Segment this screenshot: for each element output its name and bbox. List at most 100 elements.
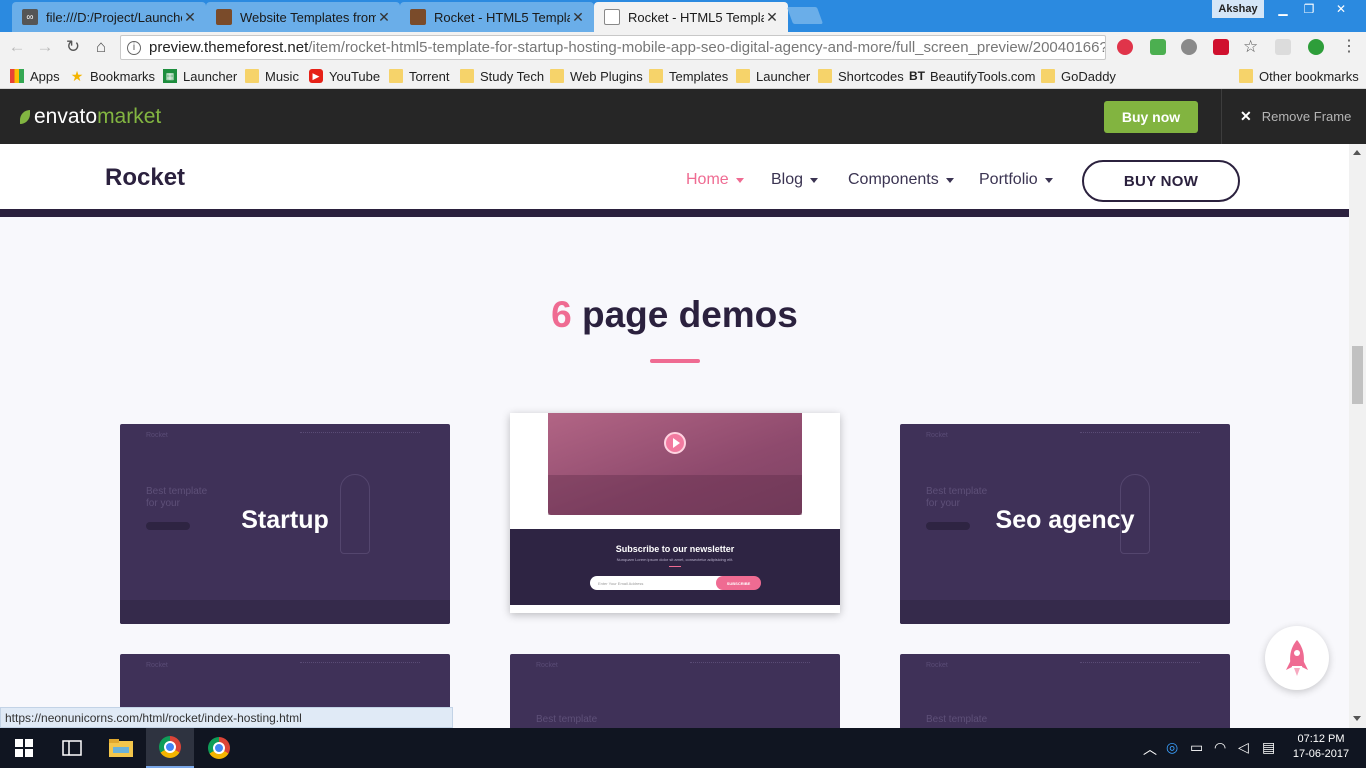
nav-blog[interactable]: Blog	[771, 171, 819, 189]
nav-components[interactable]: Components	[848, 171, 954, 189]
battery-icon[interactable]: ▭	[1190, 739, 1203, 756]
action-center-icon[interactable]: ▤	[1262, 739, 1275, 756]
bookmark-label: Launcher	[756, 68, 811, 84]
card-thumbnail-logo: Rocket	[926, 662, 948, 669]
show-hidden-icons-chevron-icon[interactable]: ︿	[1143, 739, 1157, 759]
address-bar[interactable]: i preview.themeforest.net /item/rocket-h…	[120, 35, 1106, 60]
media-extension-icon[interactable]	[1213, 39, 1229, 55]
wifi-icon[interactable]: ◠	[1214, 739, 1226, 756]
sync-icon[interactable]: ◎	[1166, 739, 1178, 756]
demo-card-title: Startup	[241, 506, 329, 534]
rocket-scroll-top-button[interactable]	[1265, 626, 1329, 690]
volume-icon[interactable]: ◁	[1238, 739, 1249, 756]
remove-frame-button[interactable]: ✕ Remove Frame	[1240, 108, 1351, 125]
nav-label: Components	[848, 171, 939, 188]
bookmark-label: BeautifyTools.com	[930, 68, 1036, 84]
card-thumbnail-logo: Rocket	[536, 662, 558, 669]
card-thumbnail-logo: Rocket	[926, 432, 948, 439]
demo-card-seo-agency[interactable]: Rocket Best template for your Seo agency	[900, 424, 1230, 624]
bookmark-study-tech[interactable]: Study Tech	[460, 68, 544, 84]
location-extension-icon[interactable]	[1308, 39, 1324, 55]
browser-tab-rocket-1[interactable]: Rocket - HTML5 Templat ✕	[400, 2, 594, 32]
demo-card-row2-3[interactable]: Rocket Best template	[900, 654, 1230, 728]
bookmark-music[interactable]: Music	[245, 68, 299, 84]
shield-extension-icon[interactable]	[1117, 39, 1133, 55]
taskbar-chrome-icon[interactable]	[195, 728, 243, 768]
bookmark-beautifytools[interactable]: BT BeautifyTools.com	[909, 68, 1036, 84]
close-tab-icon[interactable]: ✕	[570, 9, 586, 25]
folder-icon	[1239, 69, 1253, 83]
menu-icon[interactable]: ⋮	[1341, 39, 1357, 55]
bookmark-launcher-folder[interactable]: Launcher	[736, 68, 810, 84]
scroll-up-arrow-icon[interactable]	[1353, 150, 1361, 155]
forward-icon[interactable]: →	[34, 36, 56, 58]
site-logo[interactable]: Rocket	[105, 164, 185, 192]
new-tab-button[interactable]	[786, 7, 824, 24]
card-thumbnail-logo: Rocket	[146, 662, 168, 669]
scrollbar-thumb[interactable]	[1352, 346, 1363, 404]
minimize-icon[interactable]: ▁	[1270, 0, 1296, 18]
home-icon[interactable]: ⌂	[90, 36, 112, 58]
bookmark-web-plugins[interactable]: Web Plugins	[550, 68, 643, 84]
bookmark-shortcodes[interactable]: Shortcodes	[818, 68, 904, 84]
infinity-icon: ∞	[22, 9, 38, 25]
nav-portfolio[interactable]: Portfolio	[979, 171, 1053, 189]
browser-tab-strip: ∞ file:///D:/Project/Launche ✕ Website T…	[0, 0, 1366, 32]
card-thumbnail-text: Best template	[536, 714, 598, 725]
bookmark-launcher[interactable]: ▦ Launcher	[163, 68, 237, 84]
nav-home[interactable]: Home	[686, 171, 744, 189]
windows-start-icon[interactable]	[0, 728, 48, 768]
demo-card-hosting-preview[interactable]: Subscribe to our newsletter Nunquam Lore…	[510, 413, 840, 613]
browser-tab-rocket-active[interactable]: Rocket - HTML5 Templat ✕	[594, 2, 788, 32]
scroll-down-arrow-icon[interactable]	[1353, 716, 1361, 721]
demo-card-startup[interactable]: Rocket Best template for your Startup	[120, 424, 450, 624]
heading-underline	[650, 359, 700, 363]
demo-card-row2-2[interactable]: Rocket Best template	[510, 654, 840, 728]
newsletter-email-input[interactable]: Enter Your Email Address	[590, 576, 724, 590]
card-thumbnail-menu	[690, 662, 810, 666]
bookmark-templates[interactable]: Templates	[649, 68, 728, 84]
folder-icon	[818, 69, 832, 83]
tab-title: Rocket - HTML5 Templat	[434, 9, 570, 25]
bookmark-apps[interactable]: Apps	[10, 68, 60, 84]
bookmark-other[interactable]: Other bookmarks	[1239, 68, 1359, 84]
site-buy-now-button[interactable]: BUY NOW	[1082, 160, 1240, 202]
windows-taskbar	[0, 728, 1366, 768]
browser-tab-website-templates[interactable]: Website Templates from ✕	[206, 2, 400, 32]
gear-extension-icon[interactable]	[1181, 39, 1197, 55]
play-button-icon[interactable]	[664, 432, 686, 454]
bookmark-torrent[interactable]: Torrent	[389, 68, 449, 84]
info-icon[interactable]: i	[127, 40, 141, 55]
card-thumbnail-logo: Rocket	[146, 432, 168, 439]
reload-icon[interactable]: ↻	[62, 36, 84, 58]
file-explorer-icon[interactable]	[97, 728, 145, 768]
close-window-icon[interactable]: ✕	[1328, 0, 1354, 18]
nav-label: Blog	[771, 171, 804, 188]
restore-icon[interactable]: ❐	[1296, 0, 1322, 18]
back-icon[interactable]: ←	[6, 36, 28, 58]
page-scrollbar[interactable]	[1349, 144, 1366, 728]
clock-date: 17-06-2017	[1292, 748, 1350, 760]
cast-extension-icon[interactable]	[1275, 39, 1291, 55]
newsletter-subscribe-button[interactable]: SUBSCRIBE	[716, 576, 761, 590]
site-header: Rocket Home Blog Components Portfolio BU…	[0, 144, 1349, 217]
close-tab-icon[interactable]: ✕	[764, 9, 780, 25]
checkmark-extension-icon[interactable]	[1150, 39, 1166, 55]
envato-market-logo[interactable]: envato market	[20, 105, 161, 129]
bookmark-youtube[interactable]: ▶ YouTube	[309, 68, 380, 84]
taskbar-chrome-active-icon[interactable]	[146, 728, 194, 768]
profile-button[interactable]: Akshay	[1212, 0, 1264, 18]
remove-frame-label: Remove Frame	[1261, 109, 1352, 124]
themeforest-favicon	[216, 9, 232, 25]
system-clock[interactable]: 07:12 PM 17-06-2017	[1286, 732, 1356, 762]
envato-buy-now-button[interactable]: Buy now	[1104, 101, 1198, 133]
close-tab-icon[interactable]: ✕	[182, 9, 198, 25]
close-tab-icon[interactable]: ✕	[376, 9, 392, 25]
bookmark-bookmarks[interactable]: ★ Bookmarks	[70, 68, 155, 84]
demo-card-title: Seo agency	[995, 506, 1135, 534]
task-view-icon[interactable]	[48, 728, 96, 768]
rocket-icon	[1286, 640, 1308, 676]
browser-tab-launcher[interactable]: ∞ file:///D:/Project/Launche ✕	[12, 2, 206, 32]
bookmark-godaddy[interactable]: GoDaddy	[1041, 68, 1116, 84]
star-icon[interactable]: ☆	[1243, 38, 1259, 55]
